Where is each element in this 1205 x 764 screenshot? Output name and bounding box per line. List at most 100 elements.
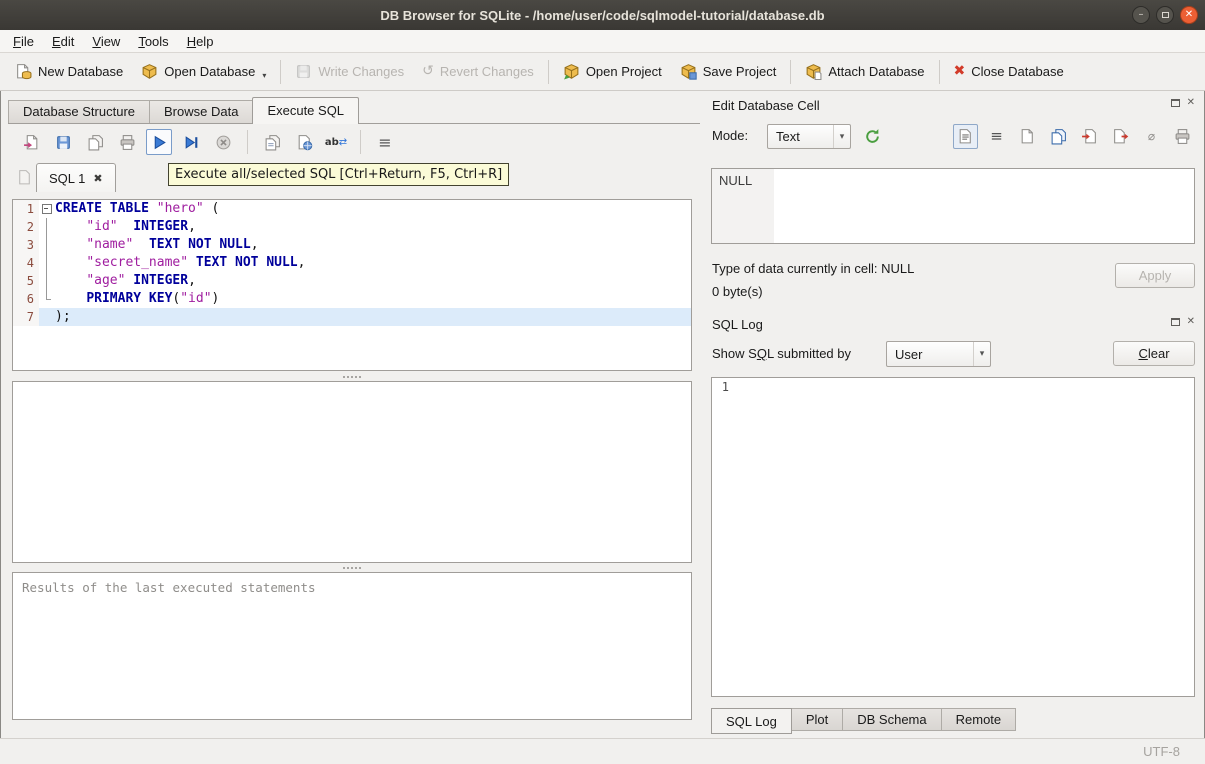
line-number: 1 — [13, 200, 39, 218]
dropdown-caret-icon[interactable]: ▾ — [262, 71, 266, 80]
sql-code-line[interactable]: 3 "name" TEXT NOT NULL, — [13, 236, 691, 254]
sql-code-line[interactable]: 4 "secret_name" TEXT NOT NULL, — [13, 254, 691, 272]
tab-db-schema[interactable]: DB Schema — [842, 708, 942, 731]
new-database-icon — [17, 64, 32, 80]
toolbar-separator — [360, 130, 361, 154]
close-panel-button[interactable]: ✕ — [1187, 317, 1195, 327]
auto-switch-mode-button[interactable] — [859, 124, 885, 149]
save-sql-file-button[interactable] — [50, 129, 76, 155]
minimize-button[interactable]: – — [1132, 6, 1150, 24]
export-results-button[interactable] — [291, 129, 317, 155]
messages-area[interactable]: Results of the last executed statements — [12, 572, 692, 720]
menu-tools[interactable]: Tools — [129, 31, 177, 52]
close-button[interactable]: ✕ — [1180, 6, 1198, 24]
print-sql-button[interactable] — [114, 129, 140, 155]
open-database-button[interactable]: Open Database ▾ — [132, 59, 275, 84]
float-panel-button[interactable] — [1170, 318, 1180, 326]
import-cell-button[interactable] — [1077, 124, 1102, 149]
word-wrap-cell-button[interactable]: ≡ — [984, 124, 1009, 149]
stop-button[interactable] — [210, 129, 236, 155]
sql-code-line[interactable]: 1 CREATE TABLE "hero" ( — [13, 200, 691, 218]
clear-button[interactable]: Clear — [1113, 341, 1195, 366]
execute-all-button[interactable] — [146, 129, 172, 155]
float-icon — [1170, 99, 1180, 107]
chevron-down-icon: ▾ — [833, 125, 850, 148]
word-wrap-button[interactable]: ≡ — [372, 129, 398, 155]
sql-code-line[interactable]: 5 "age" INTEGER, — [13, 272, 691, 290]
copy-icon — [1051, 129, 1066, 145]
window-title: DB Browser for SQLite - /home/user/code/… — [380, 7, 825, 23]
execute-line-button[interactable] — [178, 129, 204, 155]
save-sql-file-icon — [56, 135, 70, 149]
save-project-button[interactable]: Save Project — [671, 59, 786, 84]
tab-sql-log[interactable]: SQL Log — [711, 708, 792, 734]
submitted-by-select[interactable]: User ▾ — [886, 341, 991, 367]
write-changes-label: Write Changes — [318, 64, 405, 79]
sql-tab[interactable]: SQL 1 ✖ — [36, 163, 116, 192]
line-number: 4 — [13, 254, 39, 272]
execute-all-icon — [154, 135, 166, 149]
tab-browse-data[interactable]: Browse Data — [149, 100, 254, 123]
cell-editor[interactable]: NULL — [711, 168, 1195, 244]
new-database-button[interactable]: New Database — [6, 59, 132, 84]
revert-changes-button[interactable]: ↺ Revert Changes — [413, 59, 543, 84]
fold-marker-icon[interactable] — [39, 200, 53, 218]
export-icon — [1114, 129, 1129, 144]
window-controls: – ✕ — [1132, 6, 1198, 24]
menu-edit[interactable]: Edit — [43, 31, 83, 52]
toolbar-separator — [280, 59, 282, 84]
tab-execute-sql[interactable]: Execute SQL — [252, 97, 360, 124]
stop-icon — [216, 135, 230, 149]
apply-button[interactable]: Apply — [1115, 263, 1195, 288]
print-icon — [1175, 129, 1190, 144]
menu-help[interactable]: Help — [178, 31, 223, 52]
open-project-button[interactable]: Open Project — [554, 59, 671, 84]
tab-plot[interactable]: Plot — [790, 708, 844, 731]
titlebar[interactable]: DB Browser for SQLite - /home/user/code/… — [0, 0, 1205, 30]
tab-remote[interactable]: Remote — [940, 708, 1017, 731]
sql-code-line[interactable]: 7); — [13, 308, 691, 326]
save-sql-file-as-button[interactable] — [82, 129, 108, 155]
attach-database-button[interactable]: Attach Database — [796, 59, 933, 84]
line-number: 6 — [13, 290, 39, 308]
execute-line-icon — [185, 135, 197, 149]
sql-code-line[interactable]: 2 "id" INTEGER, — [13, 218, 691, 236]
menu-view[interactable]: View — [83, 31, 129, 52]
save-results-button[interactable] — [259, 129, 285, 155]
submitted-by-value: User — [895, 346, 923, 362]
mode-value: Text — [776, 129, 800, 144]
menu-file[interactable]: File — [4, 31, 43, 52]
text-view-button[interactable] — [953, 124, 978, 149]
filter-label: Show SQL submitted by — [712, 346, 851, 361]
set-null-button[interactable]: ⌀ — [1139, 124, 1164, 149]
splitter-handle[interactable] — [12, 373, 692, 380]
fold-marker-icon — [39, 254, 53, 272]
close-database-button[interactable]: ✖ Close Database — [945, 59, 1073, 84]
close-panel-button[interactable]: ✕ — [1187, 98, 1195, 108]
sql-code-line[interactable]: 6 PRIMARY KEY("id") — [13, 290, 691, 308]
sql-tab-label: SQL 1 — [49, 170, 86, 186]
fold-marker-icon — [39, 236, 53, 254]
open-sql-file-icon — [23, 134, 37, 149]
maximize-button[interactable] — [1156, 6, 1174, 24]
results-table[interactable] — [12, 381, 692, 563]
tab-close-icon[interactable]: ✖ — [93, 172, 102, 185]
tooltip: Execute all/selected SQL [Ctrl+Return, F… — [168, 163, 510, 186]
fold-marker-icon — [39, 218, 53, 236]
open-in-editor-button[interactable] — [1015, 124, 1040, 149]
encoding-indicator[interactable]: UTF-8 — [1143, 744, 1180, 759]
tab-database-structure[interactable]: Database Structure — [8, 100, 151, 123]
find-replace-button[interactable]: ab ⇄ — [323, 129, 349, 155]
write-changes-button[interactable]: Write Changes — [286, 59, 413, 84]
sql-log-area[interactable]: 1 — [711, 377, 1195, 697]
export-cell-button[interactable] — [1108, 124, 1133, 149]
copy-cell-button[interactable] — [1046, 124, 1071, 149]
open-sql-file-button[interactable] — [18, 129, 44, 155]
print-cell-button[interactable] — [1170, 124, 1195, 149]
line-number: 7 — [13, 308, 39, 326]
splitter-handle[interactable] — [12, 564, 692, 571]
float-panel-button[interactable] — [1170, 99, 1180, 107]
mode-select[interactable]: Text ▾ — [767, 124, 851, 149]
save-project-icon — [681, 64, 697, 80]
sql-editor[interactable]: 1 CREATE TABLE "hero" (2 "id" INTEGER, 3 "… — [12, 199, 692, 371]
